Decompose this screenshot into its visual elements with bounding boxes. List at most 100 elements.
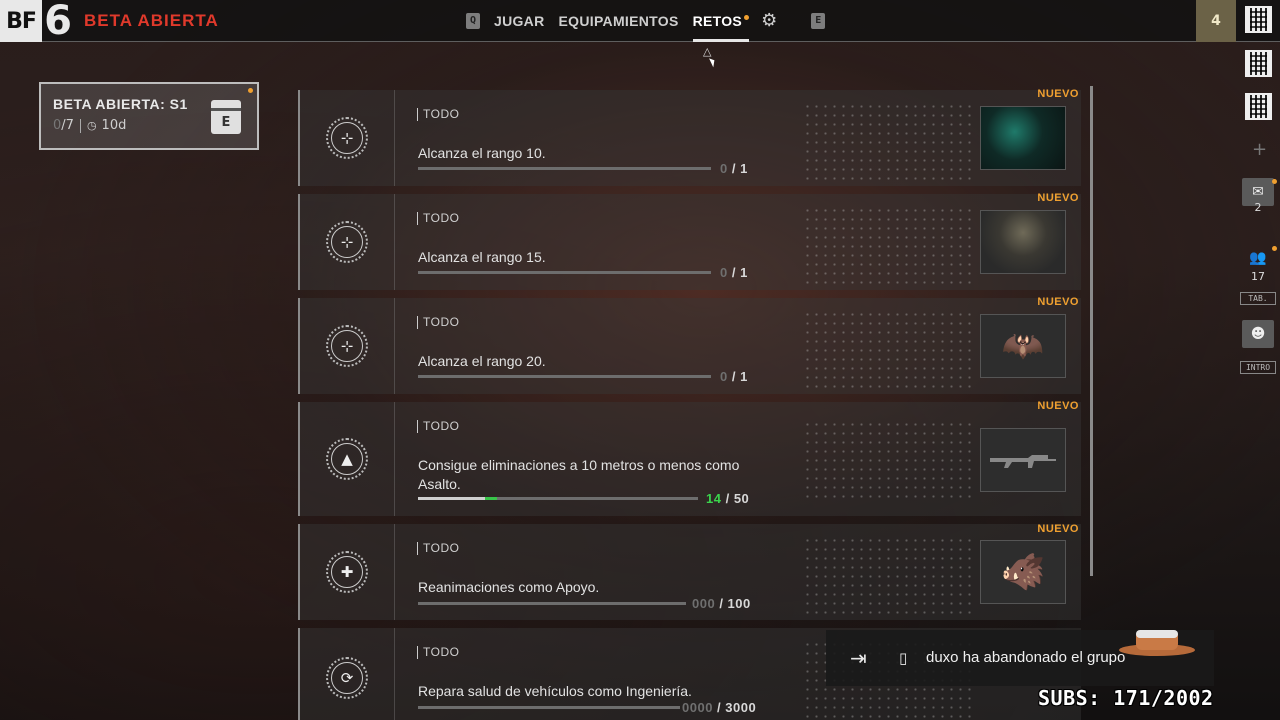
progress-total: / 50 bbox=[725, 491, 750, 506]
challenge-category: TODO bbox=[417, 316, 459, 329]
assault-class-icon: ▲ bbox=[326, 438, 368, 480]
tab-equipamientos[interactable]: EQUIPAMIENTOS bbox=[559, 0, 679, 42]
new-badge: NUEVO bbox=[1037, 400, 1079, 412]
challenge-category: TODO bbox=[417, 108, 459, 121]
new-badge: NUEVO bbox=[1037, 296, 1079, 308]
season-time-left: 10d bbox=[101, 118, 127, 133]
new-badge: NUEVO bbox=[1037, 88, 1079, 100]
dot-pattern bbox=[803, 102, 973, 182]
challenge-progress: 0000 / 3000 bbox=[682, 700, 756, 715]
progress-fill bbox=[418, 497, 485, 500]
challenge-progress: 000 / 100 bbox=[692, 596, 751, 611]
dot-pattern bbox=[803, 420, 973, 500]
season-card[interactable]: BETA ABIERTA: S1 0 /7 ◷ 10d E bbox=[39, 82, 259, 150]
page-title: BETA ABIERTA bbox=[84, 11, 219, 30]
dot-pattern bbox=[803, 206, 973, 286]
toast-message: duxo ha abandonado el grupo bbox=[926, 649, 1126, 666]
challenge-category: TODO bbox=[417, 212, 459, 225]
hat-overlay-icon bbox=[1119, 630, 1195, 656]
progress-total: / 1 bbox=[731, 161, 748, 176]
challenge-progress-bar bbox=[418, 602, 686, 605]
season-title: BETA ABIERTA: S1 bbox=[53, 96, 188, 112]
challenge-description: Alcanza el rango 10. bbox=[418, 145, 546, 161]
challenge-progress-bar bbox=[418, 375, 711, 378]
challenge-description: Reanimaciones como Apoyo. bbox=[418, 579, 600, 595]
progress-total: / 1 bbox=[731, 265, 748, 280]
mouse-cursor-icon bbox=[709, 56, 717, 68]
season-meta: 0 /7 ◷ 10d bbox=[53, 118, 126, 133]
challenge-category: TODO bbox=[417, 646, 459, 659]
challenge-progress-bar bbox=[418, 497, 698, 500]
challenge-card[interactable]: ✚ TODO Reanimaciones como Apoyo. 000 / 1… bbox=[298, 524, 1081, 620]
right-sidebar: + ✉ 2 👥 17 TAB. ☻ INTRO bbox=[1238, 0, 1280, 720]
calendar-icon: E bbox=[211, 100, 241, 134]
gear-icon[interactable]: ⚙ bbox=[761, 0, 777, 42]
tab-jugar[interactable]: JUGAR bbox=[494, 0, 545, 42]
challenge-category: TODO bbox=[417, 542, 459, 555]
progress-current: 000 bbox=[692, 596, 716, 611]
reward-thumbnail-assault-rifle bbox=[980, 428, 1066, 492]
progress-fill-new bbox=[485, 497, 497, 500]
game-logo: BF 6 bbox=[0, 0, 74, 42]
engineer-class-icon: ⟳ bbox=[326, 657, 368, 699]
rifle-icon bbox=[990, 455, 1056, 468]
challenge-card[interactable]: ⊹ TODO Alcanza el rango 15. 0 / 1 bbox=[298, 194, 1081, 290]
reward-thumbnail-soldier bbox=[980, 210, 1066, 274]
challenge-description: Consigue eliminaciones a 10 metros o men… bbox=[418, 457, 740, 492]
progress-total: / 100 bbox=[719, 596, 751, 611]
challenge-description: Alcanza el rango 15. bbox=[418, 249, 546, 265]
squad-key-hint: TAB. bbox=[1240, 292, 1276, 305]
social-profile-icon[interactable]: ☻ bbox=[1242, 320, 1274, 348]
tab-retos[interactable]: RETOS bbox=[692, 0, 750, 42]
progress-current: 0 bbox=[720, 369, 728, 384]
challenge-card[interactable]: ⊹ TODO Alcanza el rango 20. 0 / 1 🦇 bbox=[298, 298, 1081, 394]
divider bbox=[79, 118, 81, 133]
challenge-card[interactable]: ⊹ TODO Alcanza el rango 10. 0 / 1 bbox=[298, 90, 1081, 186]
new-badge: NUEVO bbox=[1037, 192, 1079, 204]
challenge-icon-area: ✚ bbox=[300, 524, 395, 620]
progress-total: / 3000 bbox=[717, 700, 757, 715]
mail-count: 2 bbox=[1254, 201, 1262, 214]
nav-right-key: E bbox=[811, 13, 826, 29]
nav-left-key: Q bbox=[466, 13, 480, 29]
scrollbar[interactable] bbox=[1090, 86, 1093, 576]
mail-notification-dot bbox=[1272, 179, 1277, 184]
add-friend-icon[interactable]: + bbox=[1252, 139, 1267, 160]
squad-icon[interactable]: 👥 bbox=[1242, 244, 1274, 272]
new-badge: NUEVO bbox=[1037, 523, 1079, 535]
challenge-progress-bar bbox=[418, 167, 711, 170]
challenge-progress: 0 / 1 bbox=[720, 369, 748, 384]
dot-pattern bbox=[803, 310, 973, 390]
friend-avatar-2[interactable] bbox=[1245, 50, 1272, 77]
player-level-badge[interactable]: 4 bbox=[1196, 0, 1236, 42]
challenge-progress: 0 / 1 bbox=[720, 265, 748, 280]
progress-current: 14 bbox=[706, 491, 722, 506]
calendar-key: E bbox=[221, 115, 231, 130]
subs-counter-overlay: SUBS: 171/2002 bbox=[1038, 686, 1214, 710]
triangle-indicator-icon: △ bbox=[703, 45, 712, 58]
squad-notification-dot bbox=[1272, 246, 1277, 251]
progress-current: 0 bbox=[720, 161, 728, 176]
friend-avatar-3[interactable] bbox=[1245, 93, 1272, 120]
rank-icon: ⊹ bbox=[326, 325, 368, 367]
intro-key-hint: INTRO bbox=[1240, 361, 1276, 374]
challenge-icon-area: ⊹ bbox=[300, 194, 395, 290]
progress-current: 0 bbox=[720, 265, 728, 280]
challenge-icon-area: ⊹ bbox=[300, 298, 395, 394]
top-bar: BF 6 BETA ABIERTA Q JUGAR EQUIPAMIENTOS … bbox=[0, 0, 1280, 42]
tab-retos-label: RETOS bbox=[692, 13, 743, 29]
device-icon: ▯ bbox=[899, 649, 908, 667]
progress-total: / 1 bbox=[731, 369, 748, 384]
challenge-card[interactable]: ▲ TODO Consigue eliminaciones a 10 metro… bbox=[298, 402, 1081, 516]
friend-avatar-1[interactable] bbox=[1245, 6, 1272, 33]
squad-count: 17 bbox=[1251, 270, 1265, 283]
challenge-category: TODO bbox=[417, 420, 459, 433]
clock-icon: ◷ bbox=[86, 119, 97, 132]
rank-icon: ⊹ bbox=[326, 221, 368, 263]
progress-current: 0000 bbox=[682, 700, 713, 715]
leave-icon: ⇥ bbox=[850, 646, 867, 670]
reward-thumbnail-night-vision bbox=[980, 106, 1066, 170]
main-nav: Q JUGAR EQUIPAMIENTOS RETOS ⚙ E bbox=[466, 0, 826, 42]
notification-dot bbox=[744, 15, 750, 20]
season-progress-total: /7 bbox=[61, 118, 74, 133]
